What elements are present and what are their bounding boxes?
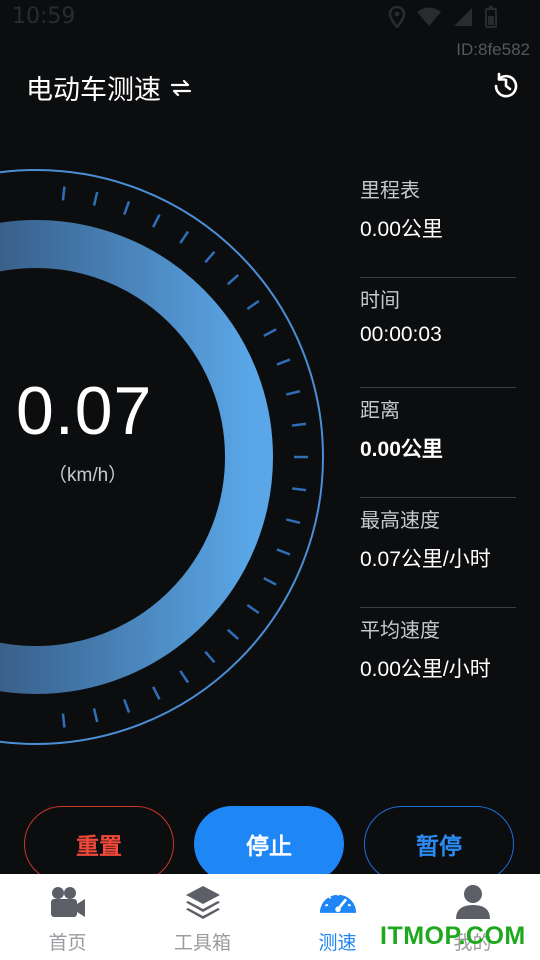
user-icon [453,882,493,922]
stat-value: 0.07公里/小时 [360,548,491,571]
gauge-tick [291,487,307,492]
gauge-tick [276,358,291,366]
layers-icon [183,882,223,922]
pause-button[interactable]: 暂停 [364,806,514,882]
swap-arrows-icon[interactable] [169,76,193,100]
video-camera-icon [48,882,88,922]
tab-toolbox[interactable]: 工具箱 [135,874,270,960]
gauge-tick [179,230,190,244]
stat-label: 最高速度 [360,508,440,532]
stat-max-speed: 最高速度 0.07公里/小时 [360,498,516,608]
gauge-tick [226,274,239,286]
stat-label: 里程表 [360,178,420,202]
gauge-tick [246,603,260,615]
gauge-tick [204,650,216,664]
stat-value: 0.00公里/小时 [360,658,491,681]
status-icons [388,6,498,28]
gauge-tick [204,250,216,264]
stats-panel: 里程表 0.00公里 时间 00:00:03 距离 0.00公里 最高速度 0.… [360,168,516,718]
gauge-tick [276,548,291,556]
gauge-tick [286,518,301,525]
device-id: ID:8fe582 [456,40,530,59]
gauge-tick [92,708,99,723]
tab-label: 测速 [318,932,357,954]
stat-value: 0.00公里 [360,438,443,461]
gauge-tick [246,299,260,311]
gauge-tick [92,191,99,206]
stat-time: 时间 00:00:03 [360,278,516,388]
gauge-progress-ring [0,220,273,694]
tab-home[interactable]: 首页 [0,874,135,960]
status-bar: 10:59 [0,0,540,38]
tab-label: 工具箱 [173,932,231,954]
stat-label: 时间 [360,288,400,312]
speedometer-icon [318,882,358,922]
gauge-tick [226,628,239,640]
status-time: 10:59 [12,4,76,29]
gauge-tick [123,699,131,714]
stat-value: 00:00:03 [360,323,442,346]
reset-button[interactable]: 重置 [24,806,174,882]
gauge-tick [263,577,277,586]
page-title-text: 电动车测速 [26,75,161,106]
gauge-tick [123,200,131,215]
gauge-tick [61,186,66,201]
stat-value: 0.00公里 [360,218,443,241]
speed-value: 0.07 [16,373,153,449]
stat-label: 距离 [360,398,400,422]
wifi-icon [417,7,441,26]
stat-avg-speed: 平均速度 0.00公里/小时 [360,608,516,718]
gauge-tick [291,422,307,427]
gauge-tick [263,328,277,337]
tab-label: 首页 [48,932,87,954]
stat-odometer: 里程表 0.00公里 [360,168,516,278]
speed-unit: （km/h） [48,465,128,486]
stat-label: 平均速度 [360,618,440,642]
gauge-tick [286,389,301,396]
gauge-tick [179,670,190,684]
gauge-tick [61,713,66,728]
watermark-logo: ITMOP.COM [380,922,526,950]
battery-icon [485,6,497,28]
stop-button[interactable]: 停止 [194,806,344,882]
page-title[interactable]: 电动车测速 [26,68,193,107]
location-icon [388,6,406,28]
gauge-tick [152,686,161,700]
signal-icon [454,8,472,26]
gauge-tick [152,214,161,228]
history-clock-icon[interactable] [490,70,522,102]
stat-distance: 距离 0.00公里 [360,388,516,498]
